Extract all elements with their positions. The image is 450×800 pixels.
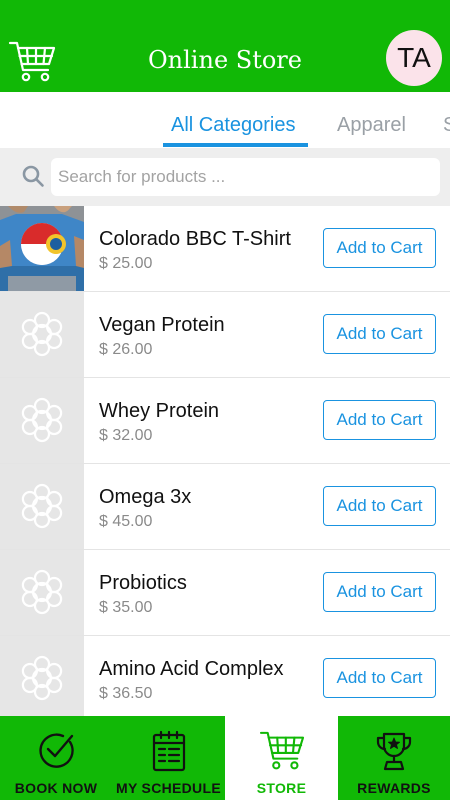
product-row[interactable]: Whey Protein $ 32.00 Add to Cart (0, 378, 450, 464)
nav-label: BOOK NOW (14, 780, 98, 796)
add-to-cart-button[interactable]: Add to Cart (323, 314, 436, 354)
calendar-icon (152, 730, 185, 772)
product-price: $ 35.00 (99, 599, 153, 616)
product-list[interactable]: Colorado BBC T-Shirt $ 25.00 Add to Cart… (0, 206, 450, 716)
app-header: Online Store TA (0, 0, 450, 92)
product-name: Whey Protein (99, 400, 220, 422)
nav-book-now[interactable]: BOOK NOW (0, 716, 112, 800)
product-price: $ 36.50 (99, 685, 153, 702)
tab-apparel[interactable]: Apparel (337, 112, 406, 138)
nav-label: REWARDS (357, 780, 431, 796)
check-circle-icon (39, 733, 74, 768)
product-name: Amino Acid Complex (99, 658, 284, 680)
product-row[interactable]: Colorado BBC T-Shirt $ 25.00 Add to Cart (0, 206, 450, 292)
product-thumbnail-photo (0, 206, 84, 291)
add-to-cart-button[interactable]: Add to Cart (323, 400, 436, 440)
search-icon (22, 165, 44, 187)
tab-partial[interactable]: S (443, 112, 450, 138)
add-to-cart-button[interactable]: Add to Cart (323, 572, 436, 612)
placeholder-flower-icon (21, 655, 63, 701)
placeholder-flower-icon (21, 311, 63, 357)
placeholder-flower-icon (21, 483, 63, 529)
nav-rewards[interactable]: REWARDS (338, 716, 450, 800)
page-title: Online Store (148, 46, 302, 74)
product-name: Probiotics (99, 572, 187, 594)
nav-label: STORE (256, 780, 307, 796)
placeholder-flower-icon (21, 569, 63, 615)
add-to-cart-button[interactable]: Add to Cart (323, 228, 436, 268)
nav-my-schedule[interactable]: MY SCHEDULE (112, 716, 225, 800)
product-thumbnail-placeholder (0, 464, 84, 549)
product-thumbnail-placeholder (0, 378, 84, 463)
product-row[interactable]: Vegan Protein $ 26.00 Add to Cart (0, 292, 450, 378)
product-price: $ 26.00 (99, 341, 153, 358)
product-price: $ 25.00 (99, 255, 153, 272)
add-to-cart-button[interactable]: Add to Cart (323, 486, 436, 526)
product-price: $ 45.00 (99, 513, 153, 530)
active-tab-indicator (163, 143, 308, 147)
product-row[interactable]: Omega 3x $ 45.00 Add to Cart (0, 464, 450, 550)
category-tabs: All Categories Apparel S (0, 92, 450, 148)
product-thumbnail-placeholder (0, 292, 84, 377)
add-to-cart-button[interactable]: Add to Cart (323, 658, 436, 698)
tab-all-categories[interactable]: All Categories (171, 112, 296, 138)
product-price: $ 32.00 (99, 427, 153, 444)
placeholder-flower-icon (21, 397, 63, 443)
product-name: Vegan Protein (99, 314, 225, 336)
product-row[interactable]: Amino Acid Complex $ 36.50 Add to Cart (0, 636, 450, 716)
product-row[interactable]: Probiotics $ 35.00 Add to Cart (0, 550, 450, 636)
nav-label: MY SCHEDULE (116, 780, 221, 796)
product-name: Colorado BBC T-Shirt (99, 228, 291, 250)
product-name: Omega 3x (99, 486, 192, 508)
search-input[interactable] (51, 158, 440, 196)
trophy-icon (376, 732, 412, 771)
product-thumbnail-placeholder (0, 550, 84, 635)
cart-icon (259, 731, 304, 770)
nav-store[interactable]: STORE (225, 716, 338, 800)
user-avatar[interactable]: TA (386, 30, 442, 86)
product-thumbnail-placeholder (0, 636, 84, 716)
bottom-nav: BOOK NOW MY SCHEDULE STORE REWARDS (0, 716, 450, 800)
